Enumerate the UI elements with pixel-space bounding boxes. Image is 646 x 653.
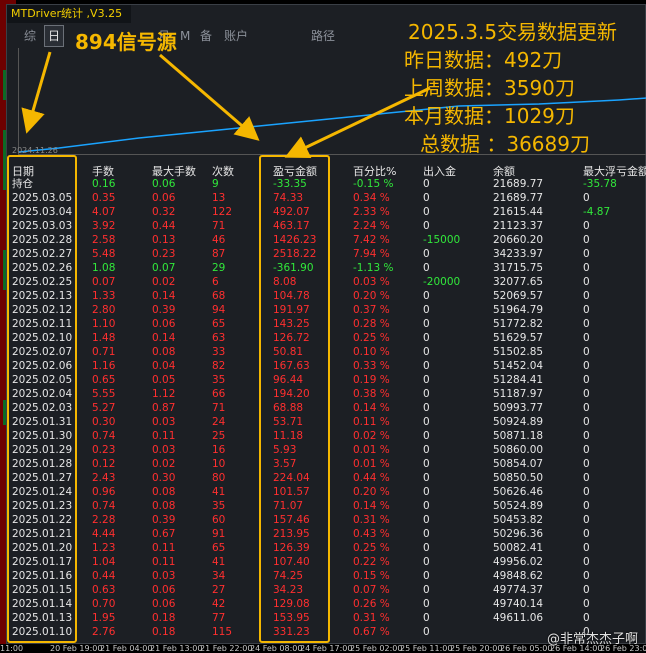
time-axis-label: 21 Feb 13:00 (150, 644, 203, 653)
time-axis-label: 25 Feb 11:00 (400, 644, 453, 653)
time-axis-label: 26 Feb 05:00 (500, 644, 553, 653)
this-month-stat: 本月数据：1029刀 (404, 104, 575, 128)
watermark: @非常杰杰子啊 (546, 632, 638, 647)
time-axis-label: 11:00 (0, 644, 24, 653)
time-axis-label: 20 Feb 19:00 (50, 644, 103, 653)
last-week-stat: 上周数据：3590刀 (404, 76, 575, 100)
time-axis-label: 25 Feb 20:00 (450, 644, 503, 653)
time-axis-label: 21 Feb 04:00 (100, 644, 153, 653)
time-axis-label: 25 Feb 02:00 (350, 644, 403, 653)
time-axis-label: 24 Feb 08:00 (250, 644, 303, 653)
time-axis-label: 21 Feb 22:00 (200, 644, 253, 653)
signal-source-label: 894信号源 (75, 30, 177, 54)
total-stat: 总数据 ：36689刀 (420, 132, 590, 156)
update-title: 2025.3.5交易数据更新 (408, 20, 618, 44)
time-axis-label: 24 Feb 17:00 (300, 644, 353, 653)
yesterday-stat: 昨日数据：492刀 (404, 48, 563, 72)
